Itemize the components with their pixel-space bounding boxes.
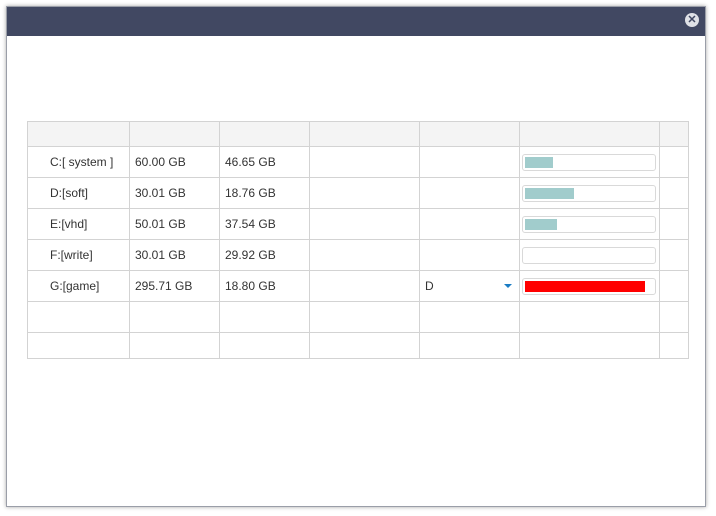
drive-table: C:[ system ] 60.00 GB 46.65 GB D:[soft] … (27, 121, 689, 359)
empty-cell (420, 333, 520, 358)
drive-blank (310, 209, 420, 239)
empty-cell (660, 333, 688, 358)
empty-cell (220, 302, 310, 332)
usage-cell (520, 178, 660, 208)
header-cell-free[interactable] (220, 122, 310, 146)
drive-name: F:[write] (28, 240, 130, 270)
extra-cell (660, 240, 688, 270)
dialog-window: ✕ C:[ system ] 60.00 GB 46.65 GB D:[soft… (6, 6, 706, 507)
table-row[interactable]: D:[soft] 30.01 GB 18.76 GB (28, 178, 688, 209)
table-row[interactable]: F:[write] 30.01 GB 29.92 GB (28, 240, 688, 271)
empty-cell (220, 333, 310, 358)
usage-bar (522, 246, 656, 264)
empty-cell (660, 302, 688, 332)
table-row[interactable]: E:[vhd] 50.01 GB 37.54 GB (28, 209, 688, 240)
empty-cell (28, 302, 130, 332)
empty-cell (310, 302, 420, 332)
drive-map-cell[interactable] (420, 147, 520, 177)
empty-cell (310, 333, 420, 358)
empty-cell (130, 302, 220, 332)
usage-bar-fill (525, 218, 557, 230)
empty-cell (130, 333, 220, 358)
usage-cell (520, 147, 660, 177)
usage-bar-fill (525, 156, 554, 168)
drive-total: 30.01 GB (130, 178, 220, 208)
extra-cell (660, 147, 688, 177)
drive-blank (310, 240, 420, 270)
table-row-empty[interactable] (28, 333, 688, 358)
drive-free: 46.65 GB (220, 147, 310, 177)
empty-cell (28, 333, 130, 358)
usage-bar-fill (525, 280, 646, 292)
drive-name: E:[vhd] (28, 209, 130, 239)
usage-cell (520, 240, 660, 270)
drive-map-cell[interactable] (420, 240, 520, 270)
table-row[interactable]: C:[ system ] 60.00 GB 46.65 GB (28, 147, 688, 178)
table-row-empty[interactable] (28, 302, 688, 333)
usage-bar (522, 215, 656, 233)
drive-total: 30.01 GB (130, 240, 220, 270)
close-icon[interactable]: ✕ (685, 13, 699, 27)
header-cell-extra (660, 122, 688, 146)
empty-cell (420, 302, 520, 332)
header-cell-usage[interactable] (520, 122, 660, 146)
extra-cell (660, 178, 688, 208)
chevron-down-icon[interactable] (504, 284, 512, 288)
extra-cell (660, 209, 688, 239)
drive-free: 18.76 GB (220, 178, 310, 208)
drive-total: 50.01 GB (130, 209, 220, 239)
usage-bar (522, 277, 656, 295)
usage-bar (522, 184, 656, 202)
drive-blank (310, 147, 420, 177)
drive-map-cell[interactable] (420, 178, 520, 208)
drive-free: 29.92 GB (220, 240, 310, 270)
extra-cell (660, 271, 688, 301)
header-cell-drive[interactable] (28, 122, 130, 146)
drive-name: G:[game] (28, 271, 130, 301)
drive-blank (310, 178, 420, 208)
usage-cell (520, 271, 660, 301)
drive-blank (310, 271, 420, 301)
drive-free: 18.80 GB (220, 271, 310, 301)
usage-bar-fill (525, 187, 574, 199)
usage-cell (520, 209, 660, 239)
drive-total: 295.71 GB (130, 271, 220, 301)
empty-cell (520, 302, 660, 332)
table-header (28, 122, 688, 147)
drive-name: C:[ system ] (28, 147, 130, 177)
header-cell-total[interactable] (130, 122, 220, 146)
drive-name: D:[soft] (28, 178, 130, 208)
table-row[interactable]: G:[game] 295.71 GB 18.80 GB D (28, 271, 688, 302)
drive-map-dropdown[interactable]: D (420, 271, 520, 301)
drive-map-value: D (425, 279, 434, 293)
header-cell-blank[interactable] (310, 122, 420, 146)
title-bar[interactable]: ✕ (7, 7, 705, 36)
usage-bar (522, 153, 656, 171)
drive-total: 60.00 GB (130, 147, 220, 177)
drive-free: 37.54 GB (220, 209, 310, 239)
drive-map-cell[interactable] (420, 209, 520, 239)
header-cell-map[interactable] (420, 122, 520, 146)
empty-cell (520, 333, 660, 358)
